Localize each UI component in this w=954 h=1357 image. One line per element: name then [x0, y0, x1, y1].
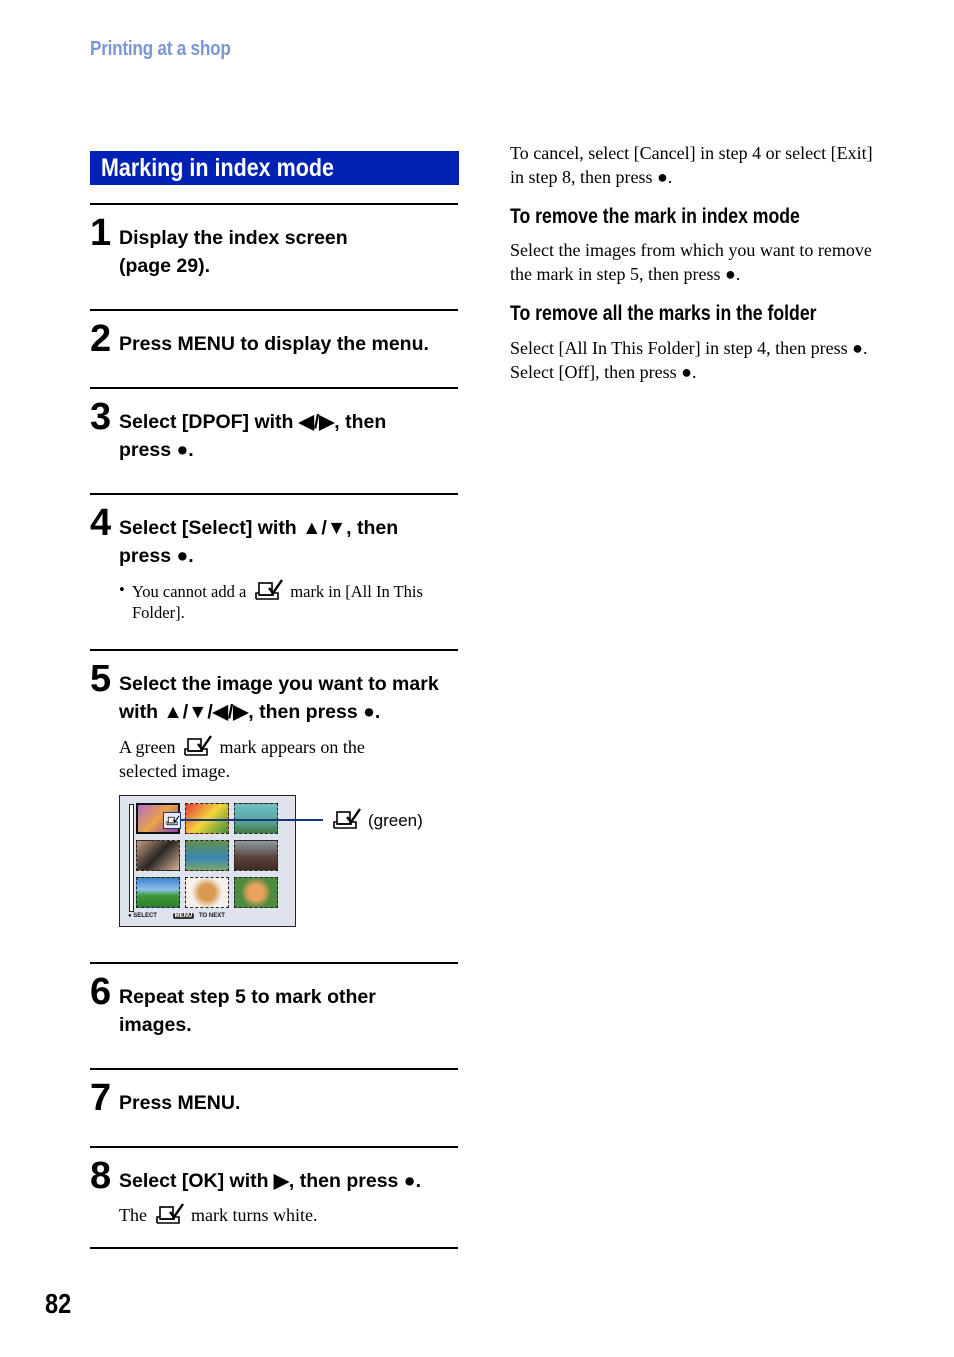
step-title: Select [Select] with ▲/▼, then press ●.	[119, 517, 399, 567]
callout-leader-line	[181, 819, 323, 821]
page-number: 82	[45, 1288, 72, 1319]
dpof-print-mark-icon	[330, 808, 362, 830]
running-header: Printing at a shop	[90, 38, 231, 60]
step-description: The mark turns white.	[119, 1203, 459, 1227]
thumbnail-dog	[185, 877, 229, 908]
divider	[90, 1247, 458, 1249]
menu-button-glyph: MENU	[172, 913, 195, 919]
thumbnail-shiba	[234, 877, 278, 908]
step-number: 6	[90, 971, 112, 1013]
desc-text: The	[119, 1205, 147, 1225]
step-1: 1 Display the index screen (page 29).	[90, 214, 460, 294]
step-description: A green mark appears on the selected imag…	[119, 735, 419, 783]
step-7: 7 Press MENU.	[90, 1079, 460, 1129]
step-note: • You cannot add a mark in [All In This F…	[119, 579, 454, 623]
step-number: 8	[90, 1155, 112, 1197]
step-3: 3 Select [DPOF] with ◀/▶, then press ●.	[90, 398, 460, 478]
thumbnail-child	[185, 840, 229, 871]
step-title: Display the index screen (page 29).	[119, 227, 348, 277]
screen-footer: ● SELECT MENU TO NEXT	[128, 913, 225, 919]
dpof-print-mark-icon	[181, 735, 213, 757]
step-8: 8 Select [OK] with ▶, then press ●. The m…	[90, 1157, 460, 1237]
footer-next-label: TO NEXT	[198, 913, 225, 919]
thumbnail-field	[136, 877, 180, 908]
divider	[90, 962, 458, 964]
divider	[90, 493, 458, 495]
step-2: 2 Press MENU to display the menu.	[90, 320, 460, 370]
section-title: Marking in index mode	[101, 154, 334, 182]
section-title-bar: Marking in index mode	[90, 151, 459, 185]
divider	[90, 649, 458, 651]
divider	[90, 387, 458, 389]
step-title: Select [DPOF] with ◀/▶, then press ●.	[119, 411, 387, 461]
subheading-remove-mark: To remove the mark in index mode	[510, 205, 800, 228]
callout-label: (green)	[368, 811, 423, 830]
green-dpof-mark-on-thumbnail	[163, 812, 181, 829]
bullet: •	[119, 580, 125, 599]
step-number: 4	[90, 502, 112, 544]
step-number: 5	[90, 658, 112, 700]
divider	[90, 1146, 458, 1148]
thumbnail-tree	[234, 840, 278, 871]
scrollbar	[129, 804, 134, 912]
step-title: Repeat step 5 to mark other images.	[119, 986, 376, 1036]
step-title: Select [OK] with ▶, then press ●.	[119, 1170, 421, 1192]
body-remove-mark: Select the images from which you want to…	[510, 240, 872, 284]
note-text: You cannot add a	[132, 582, 247, 601]
desc-text: A green	[119, 737, 176, 757]
dpof-print-mark-icon	[252, 579, 284, 601]
step-number: 3	[90, 396, 112, 438]
divider	[90, 203, 458, 205]
desc-text: mark turns white.	[190, 1205, 318, 1225]
step-number: 7	[90, 1077, 112, 1119]
step-title: Press MENU to display the menu.	[119, 333, 429, 355]
step-6: 6 Repeat step 5 to mark other images.	[90, 973, 460, 1053]
callout: (green)	[330, 808, 423, 831]
step-number: 1	[90, 212, 112, 254]
step-4: 4 Select [Select] with ▲/▼, then press ●…	[90, 504, 460, 634]
step-number: 2	[90, 318, 112, 360]
divider	[90, 309, 458, 311]
index-screen-illustration: ● SELECT MENU TO NEXT	[119, 795, 296, 927]
step-title: Press MENU.	[119, 1092, 241, 1114]
step-5: 5 Select the image you want to mark with…	[90, 660, 460, 790]
body-remove-all: Select [All In This Folder] in step 4, t…	[510, 338, 868, 382]
thumbnail-cat	[136, 840, 180, 871]
step-title: Select the image you want to mark with ▲…	[119, 673, 439, 723]
cancel-instructions: To cancel, select [Cancel] in step 4 or …	[510, 143, 873, 187]
footer-select-label: ● SELECT	[128, 913, 157, 919]
divider	[90, 1068, 458, 1070]
subheading-remove-all: To remove all the marks in the folder	[510, 302, 817, 325]
dpof-print-mark-icon	[153, 1203, 185, 1225]
